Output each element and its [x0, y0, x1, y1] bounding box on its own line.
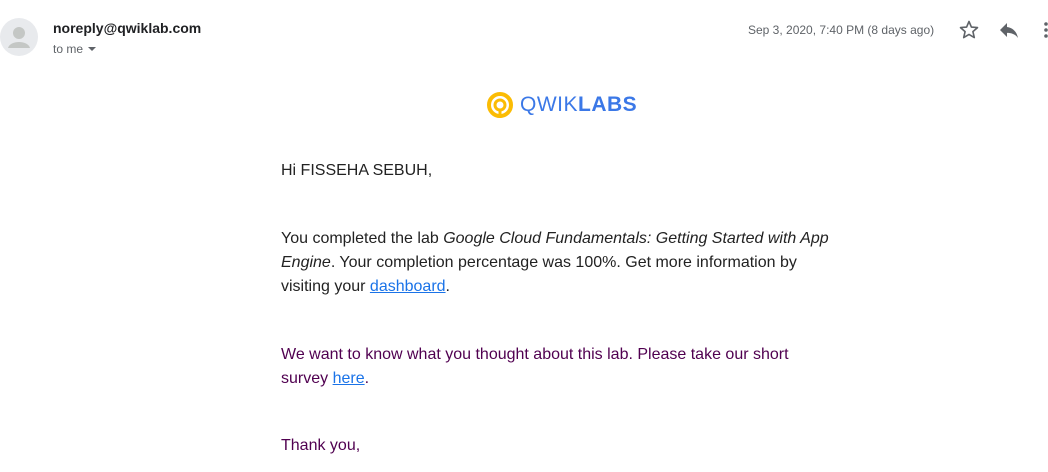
- logo-text-labs: LABS: [578, 93, 638, 116]
- survey-link[interactable]: here: [333, 370, 365, 387]
- survey-text-b: .: [364, 370, 370, 387]
- recipient-line[interactable]: to me: [53, 42, 97, 56]
- recipient-label: to me: [53, 42, 84, 56]
- completion-text-a: You completed the lab: [281, 230, 444, 247]
- completion-text-c: .: [445, 278, 450, 295]
- sender-address: noreply@qwiklab.com: [53, 20, 202, 36]
- qwiklabs-logo-icon: [487, 92, 513, 118]
- dashboard-link[interactable]: dashboard: [370, 278, 446, 295]
- more-vert-icon[interactable]: [1036, 18, 1048, 42]
- email-date: Sep 3, 2020, 7:40 PM (8 days ago): [748, 23, 935, 37]
- star-icon[interactable]: [957, 18, 981, 42]
- sender-avatar[interactable]: [0, 18, 38, 56]
- logo-wordmark: QWIKLABS: [520, 93, 637, 117]
- greeting: Hi FISSEHA SEBUH,: [281, 162, 433, 179]
- survey-paragraph: We want to know what you thought about t…: [281, 343, 831, 391]
- completion-paragraph: You completed the lab Google Cloud Funda…: [281, 227, 831, 299]
- reply-icon[interactable]: [997, 18, 1021, 42]
- completion-text-b: . Your completion percentage was 100%. G…: [281, 254, 797, 295]
- qwiklabs-logo: QWIKLABS: [486, 91, 637, 119]
- sign-off: Thank you,: [281, 437, 361, 454]
- avatar-icon: [8, 27, 30, 48]
- caret-down-icon[interactable]: [88, 47, 97, 51]
- logo-text-qwik: QWIK: [520, 93, 578, 116]
